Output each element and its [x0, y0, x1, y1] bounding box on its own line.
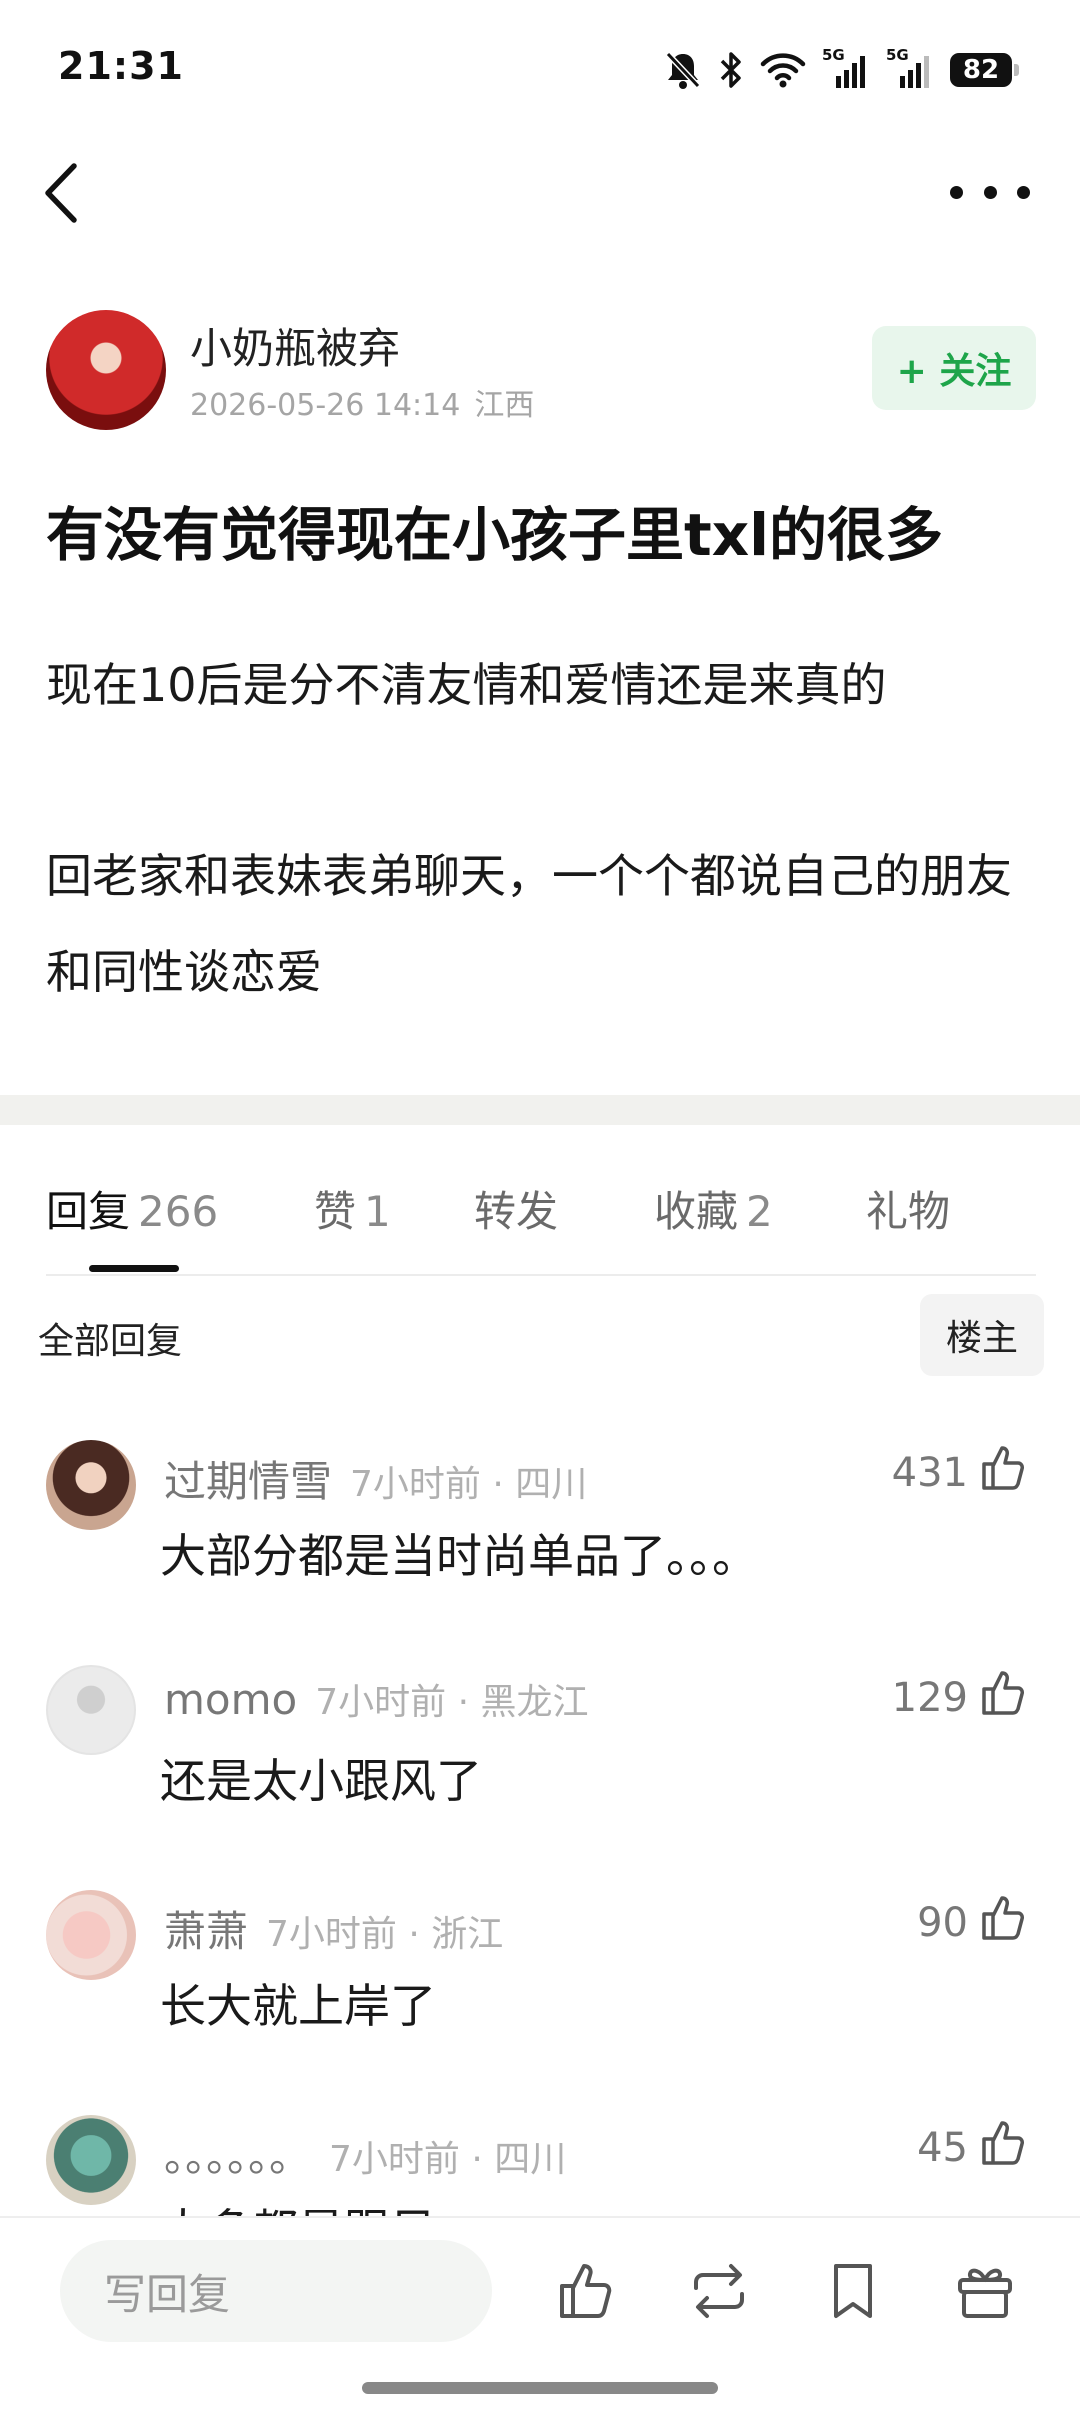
- back-arrow-icon[interactable]: [34, 158, 94, 228]
- commenter-name[interactable]: 过期情雪 7小时前 · 四川: [164, 1448, 587, 1509]
- comment-like-count: 45: [917, 2125, 968, 2171]
- tab-reposts[interactable]: 转发: [474, 1178, 558, 1239]
- tab-favorites[interactable]: 收藏 2: [654, 1178, 773, 1239]
- tab-replies[interactable]: 回复 266: [46, 1178, 218, 1239]
- comment-like-count: 129: [891, 1675, 968, 1721]
- signal-bars-icon: [836, 56, 865, 88]
- tab-likes[interactable]: 赞1: [314, 1178, 391, 1239]
- comment-time: 7小时前: [350, 1464, 481, 1505]
- comment-item[interactable]: 过期情雪 7小时前 · 四川 431 大部分都是当时尚单品了。。。: [0, 1440, 1080, 1640]
- comment-meta: 7小时前 · 四川: [350, 1464, 588, 1505]
- comment-meta: 7小时前 · 黑龙江: [315, 1682, 589, 1723]
- commenter-avatar[interactable]: [46, 1665, 136, 1755]
- post-title: 有没有觉得现在小孩子里txl的很多: [46, 501, 944, 569]
- comment-like-count: 431: [891, 1450, 968, 1496]
- commenter-name-text: 。。。。。。: [164, 2132, 312, 2181]
- thumbs-up-icon[interactable]: [978, 1892, 1030, 1944]
- comment-like-count: 90: [917, 1900, 968, 1946]
- comment-time: 7小时前: [266, 1914, 397, 1955]
- tabs-divider: [46, 1274, 1036, 1276]
- post-meta: 2026-05-26 14:14 江西: [190, 380, 534, 424]
- tab-label: 转发: [474, 1187, 559, 1236]
- comment-text: 大部分都是当时尚单品了。。。: [160, 1529, 758, 1583]
- comment-meta: 7小时前 · 浙江: [266, 1914, 504, 1955]
- mute-bell-icon: [665, 51, 701, 89]
- comment-location: 黑龙江: [480, 1682, 589, 1723]
- tab-label: 赞: [314, 1187, 357, 1236]
- commenter-name[interactable]: 。。。。。。 7小时前 · 四川: [164, 2123, 566, 2184]
- author-avatar[interactable]: [46, 310, 166, 430]
- comment-time: 7小时前: [329, 2139, 460, 2180]
- more-options-icon[interactable]: [950, 170, 1030, 214]
- tab-label: 收藏: [654, 1187, 739, 1236]
- post-tabs: 回复 266 赞1 转发 收藏 2 礼物: [46, 1178, 1036, 1238]
- post-date: 2026-05-26 14:14: [190, 388, 461, 423]
- thumbs-up-icon[interactable]: [978, 1667, 1030, 1719]
- comment-item[interactable]: 萧萧 7小时前 · 浙江 90 长大就上岸了: [0, 1890, 1080, 2090]
- tab-count: 1: [364, 1187, 391, 1236]
- commenter-name[interactable]: 萧萧 7小时前 · 浙江: [164, 1898, 503, 1959]
- section-divider: [0, 1095, 1080, 1125]
- battery-indicator: 82: [950, 53, 1019, 87]
- tab-label: 回复: [46, 1187, 131, 1236]
- comment-text: 长大就上岸了: [160, 1979, 436, 2033]
- post-paragraph: 现在10后是分不清友情和爱情还是来真的: [46, 658, 887, 712]
- commenter-avatar[interactable]: [46, 1440, 136, 1530]
- more-dot: [950, 185, 963, 199]
- all-replies-label: 全部回复: [38, 1321, 183, 1362]
- commenter-name[interactable]: momo 7小时前 · 黑龙江: [164, 1673, 588, 1725]
- comment-location: 浙江: [431, 1914, 504, 1955]
- tab-gifts[interactable]: 礼物: [866, 1178, 950, 1239]
- status-bar: 21:31 5G 5G 82: [0, 0, 1080, 140]
- more-dot: [1017, 185, 1030, 199]
- author-name[interactable]: 小奶瓶被弃: [190, 315, 400, 376]
- comment-location: 四川: [494, 2139, 567, 2180]
- commenter-avatar[interactable]: [46, 2115, 136, 2205]
- bookmark-icon[interactable]: [820, 2258, 886, 2324]
- gift-icon[interactable]: [952, 2258, 1018, 2324]
- home-indicator[interactable]: [362, 2382, 718, 2394]
- more-dot: [983, 185, 997, 199]
- repost-icon[interactable]: [686, 2258, 752, 2324]
- tab-count: 266: [138, 1187, 219, 1236]
- commenter-name-text: 过期情雪: [164, 1457, 333, 1506]
- commenter-name-text: 萧萧: [164, 1907, 249, 1956]
- status-time: 21:31: [58, 44, 184, 88]
- comment-location: 四川: [515, 1464, 588, 1505]
- comment-text: 还是太小跟风了: [160, 1754, 482, 1808]
- thumbs-up-icon[interactable]: [978, 2117, 1030, 2169]
- commenter-avatar[interactable]: [46, 1890, 136, 1980]
- wifi-icon: [760, 53, 806, 88]
- post-paragraph: 回老家和表妹表弟聊天，一个个都说自己的朋友和同性谈恋爱: [46, 849, 1012, 999]
- signal-5g-1: 5G: [822, 46, 870, 90]
- active-tab-indicator: [89, 1265, 179, 1272]
- comment-meta: 7小时前 · 四川: [329, 2139, 567, 2180]
- like-icon[interactable]: [554, 2258, 620, 2324]
- follow-button[interactable]: + 关注: [872, 326, 1036, 410]
- signal-bars-icon: [900, 56, 929, 88]
- tab-label: 礼物: [866, 1187, 951, 1236]
- commenter-name-text: momo: [164, 1675, 298, 1724]
- status-icons: 5G 5G 82: [664, 46, 1019, 94]
- bluetooth-icon: [720, 52, 741, 88]
- bottom-action-bar: 写回复: [0, 2216, 1080, 2412]
- comment-item[interactable]: momo 7小时前 · 黑龙江 129 还是太小跟风了: [0, 1665, 1080, 1865]
- reply-input[interactable]: 写回复: [60, 2240, 492, 2342]
- signal-5g-2: 5G: [886, 46, 934, 90]
- post-location: 江西: [474, 388, 535, 423]
- thumbs-up-icon[interactable]: [978, 1442, 1030, 1494]
- comment-time: 7小时前: [315, 1682, 447, 1723]
- tab-count: 2: [746, 1187, 773, 1236]
- op-only-filter-button[interactable]: 楼主: [920, 1294, 1044, 1376]
